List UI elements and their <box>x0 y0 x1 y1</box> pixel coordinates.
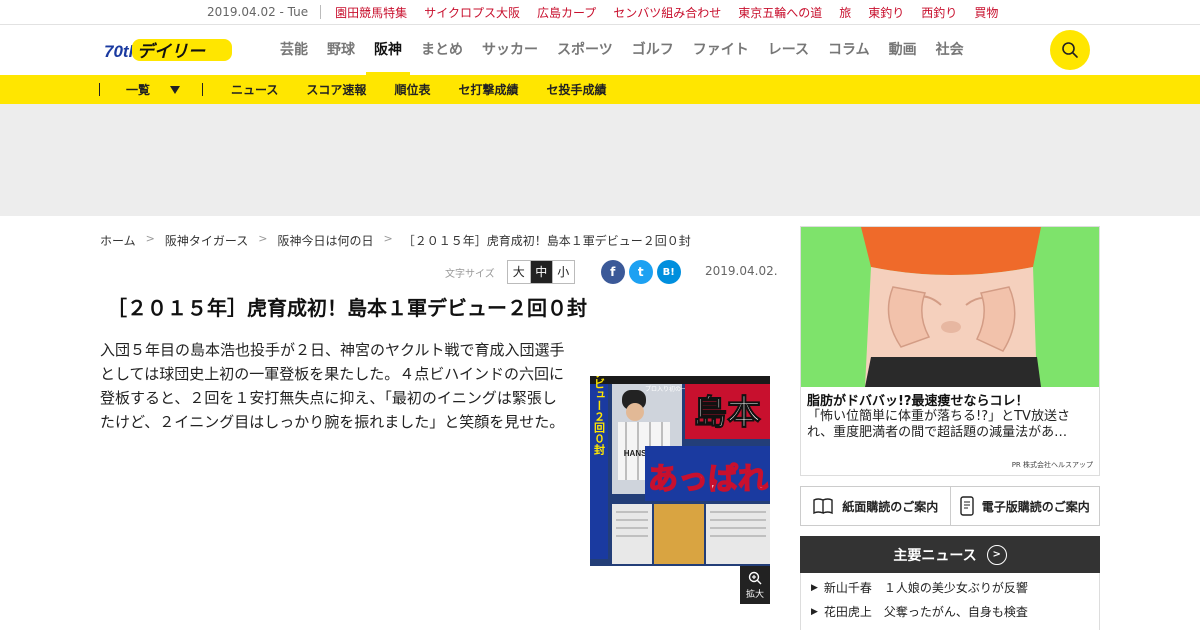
font-size-medium[interactable]: 中 <box>529 261 552 283</box>
nav-item-sports[interactable]: スポーツ <box>549 25 621 75</box>
top-link[interactable]: サイクロプス大阪 <box>424 4 520 21</box>
ad-banner-area <box>0 104 1200 216</box>
ad-copy: 脂肪がドババッ!?最速痩せならコレ！ 「怖い位簡単に体重が落ちる!?」とTV放送… <box>801 387 1099 441</box>
twitter-share-icon[interactable]: t <box>628 260 653 284</box>
nav-item-entertainment[interactable]: 芸能 <box>272 25 316 75</box>
list-dropdown-label: 一覧 <box>126 83 151 97</box>
facebook-share-icon[interactable]: f <box>600 260 625 284</box>
svg-text:１軍デビュー２回０封: １軍デビュー２回０封 <box>593 376 606 456</box>
breadcrumb-current: ［２０１５年］虎育成初！島本１軍デビュー２回０封 <box>402 234 691 248</box>
sidebar-ad[interactable]: 脂肪がドババッ!?最速痩せならコレ！ 「怖い位簡単に体重が落ちる!?」とTV放送… <box>800 226 1100 476</box>
hatena-bookmark-icon[interactable]: B! <box>656 260 681 284</box>
paper-subscription-label: 紙面購読のご案内 <box>842 499 939 514</box>
chevron-right-circle-icon: > <box>986 544 1007 565</box>
article-body: 入団５年目の島本浩也投手が２日、神宮のヤクルト戦で育成入団選手としては球団史上初… <box>100 341 565 431</box>
chevron-right-icon: > <box>145 232 155 245</box>
font-size-label: 文字サイズ <box>445 268 495 280</box>
share-buttons: f t B! <box>600 260 681 284</box>
sub-nav-standings[interactable]: 順位表 <box>394 81 430 98</box>
breadcrumb-home[interactable]: ホーム <box>100 232 136 249</box>
breadcrumb: ホーム > 阪神タイガース > 阪神今日は何の日 > ［２０１５年］虎育成初！島… <box>100 232 691 249</box>
top-link[interactable]: 買物 <box>974 4 998 21</box>
subscription-buttons: 紙面購読のご案内 電子版購読のご案内 <box>800 486 1100 526</box>
triangle-down-icon <box>170 85 181 94</box>
top-link[interactable]: 広島カープ <box>537 4 596 21</box>
font-size-large[interactable]: 大 <box>508 261 530 283</box>
top-link[interactable]: 西釣り <box>921 4 957 21</box>
list-item[interactable]: ▶ 新山千春 １人娘の美少女ぶりが反響 <box>811 579 1089 603</box>
list-item[interactable]: ▶ 花田虎上 父奪ったがん、自身も検査 <box>811 603 1089 627</box>
article-date: 2019.04.02. <box>705 264 778 278</box>
nav-item-matome[interactable]: まとめ <box>413 25 471 75</box>
nav-item-soccer[interactable]: サッカー <box>474 25 546 75</box>
top-link[interactable]: センバツ組み合わせ <box>613 4 721 21</box>
list-dropdown[interactable]: 一覧 <box>100 81 202 98</box>
search-button[interactable] <box>1050 30 1090 70</box>
svg-text:あっぱれ: あっぱれ <box>648 462 768 497</box>
chevron-right-icon: > <box>258 232 268 245</box>
sub-nav-links: ニュース スコア速報 順位表 セ打撃成績 セ投手成績 <box>203 81 606 98</box>
chevron-right-icon: > <box>383 232 393 245</box>
nav-item-baseball[interactable]: 野球 <box>319 25 363 75</box>
font-size-selector: 大 中 小 <box>506 260 575 284</box>
digital-subscription-label: 電子版購読のご案内 <box>981 499 1090 514</box>
font-size-small[interactable]: 小 <box>551 261 574 283</box>
site-header: 70th デイリー 芸能 野球 阪神 まとめ サッカー スポーツ ゴルフ ファイ… <box>0 25 1200 75</box>
ad-illustration <box>801 227 1099 387</box>
nav-item-golf[interactable]: ゴルフ <box>624 25 682 75</box>
news-headline: 新山千春 １人娘の美少女ぶりが反響 <box>823 581 1028 595</box>
top-links: 園田競馬特集 サイクロプス大阪 広島カープ センバツ組み合わせ 東京五輪への道 … <box>335 4 998 21</box>
sub-nav-score[interactable]: スコア速報 <box>306 81 366 98</box>
book-icon <box>813 498 833 515</box>
nav-item-fight[interactable]: ファイト <box>685 25 757 75</box>
main-nav: 芸能 野球 阪神 まとめ サッカー スポーツ ゴルフ ファイト レース コラム … <box>272 25 975 75</box>
smartphone-icon <box>960 496 974 516</box>
site-logo[interactable]: 70th デイリー <box>104 37 234 63</box>
zoom-button[interactable]: 拡大 <box>740 566 770 604</box>
triangle-right-icon: ▶ <box>811 607 818 617</box>
top-link[interactable]: 東京五輪への道 <box>738 4 822 21</box>
article-photo[interactable]: １軍デビュー２回０封 HANSHIN プロ入り初の一軍登板 島本 あっぱれ <box>590 376 770 566</box>
nav-item-column[interactable]: コラム <box>820 25 878 75</box>
digital-subscription-button[interactable]: 電子版購読のご案内 <box>949 487 1100 525</box>
ad-image <box>801 227 1099 387</box>
search-icon <box>1062 42 1078 58</box>
triangle-right-icon: ▶ <box>811 583 818 593</box>
top-strip: 2019.04.02 - Tue 園田競馬特集 サイクロプス大阪 広島カープ セ… <box>0 0 1200 25</box>
sub-nav: 一覧 ニュース スコア速報 順位表 セ打撃成績 セ投手成績 <box>0 75 1200 104</box>
ad-sponsor: PR 株式会社ヘルスアップ <box>1011 461 1093 469</box>
article-tools: 文字サイズ 大 中 小 f t B! <box>445 260 681 284</box>
breadcrumb-tigers[interactable]: 阪神タイガース <box>165 232 248 249</box>
major-news-list: ▶ 新山千春 １人娘の美少女ぶりが反響 ▶ 花田虎上 父奪ったがん、自身も検査 <box>800 573 1100 630</box>
nav-item-society[interactable]: 社会 <box>928 25 972 75</box>
major-news: 主要ニュース > ▶ 新山千春 １人娘の美少女ぶりが反響 ▶ 花田虎上 父奪った… <box>800 536 1100 630</box>
top-link[interactable]: 東釣り <box>868 4 904 21</box>
sub-nav-news[interactable]: ニュース <box>231 81 278 98</box>
article-title: ［２０１５年］虎育成初！島本１軍デビュー２回０封 <box>107 296 587 320</box>
top-link[interactable]: 園田競馬特集 <box>335 4 407 21</box>
top-link[interactable]: 旅 <box>839 4 851 21</box>
ad-text: 「怖い位簡単に体重が落ちる!?」とTV放送され、重度肥満者の間で超話題の減量法が… <box>807 409 1070 440</box>
zoom-in-icon <box>748 571 762 584</box>
paper-subscription-button[interactable]: 紙面購読のご案内 <box>801 487 950 525</box>
nav-item-video[interactable]: 動画 <box>881 25 925 75</box>
svg-text:デイリー: デイリー <box>137 42 206 62</box>
breadcrumb-today[interactable]: 阪神今日は何の日 <box>277 232 373 249</box>
sub-nav-pitching[interactable]: セ投手成績 <box>546 81 606 98</box>
zoom-label: 拡大 <box>745 589 764 600</box>
major-news-header[interactable]: 主要ニュース > <box>800 536 1100 573</box>
current-date: 2019.04.02 - Tue <box>207 5 322 19</box>
nav-item-hanshin[interactable]: 阪神 <box>366 25 410 75</box>
newspaper-front-page-image: １軍デビュー２回０封 HANSHIN プロ入り初の一軍登板 島本 あっぱれ <box>590 376 770 566</box>
ad-headline: 脂肪がドババッ!?最速痩せならコレ！ <box>807 394 1029 409</box>
major-news-title: 主要ニュース <box>893 547 977 564</box>
news-headline: 花田虎上 父奪ったがん、自身も検査 <box>823 605 1028 619</box>
sub-nav-batting[interactable]: セ打撃成績 <box>458 81 518 98</box>
svg-text:島本: 島本 <box>693 393 761 433</box>
nav-item-race[interactable]: レース <box>760 25 817 75</box>
